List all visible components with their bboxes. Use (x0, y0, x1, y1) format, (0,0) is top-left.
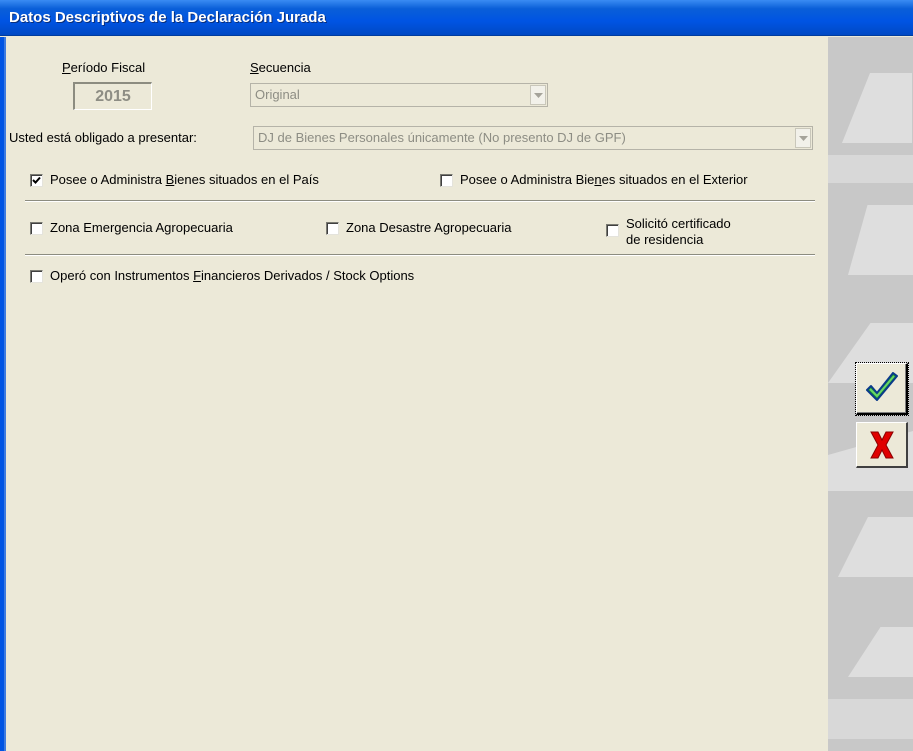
periodo-fiscal-label: Período Fiscal (62, 60, 146, 75)
cancel-button[interactable] (856, 422, 908, 468)
watermark-shape (838, 517, 913, 577)
watermark-shape (848, 627, 913, 677)
bienes-exterior-label: Posee o Administra Bienes situados en el… (460, 172, 748, 187)
secuencia-label: Secuencia (250, 60, 311, 75)
zona-emergencia-label: Zona Emergencia Agropecuaria (50, 220, 233, 235)
zona-emergencia-checkbox[interactable] (30, 222, 43, 235)
dialog-window: Datos Descriptivos de la Declaración Jur… (0, 0, 913, 751)
zona-emergencia-checkbox-row[interactable]: Zona Emergencia Agropecuaria (30, 220, 233, 236)
certificado-residencia-checkbox[interactable] (606, 224, 619, 237)
instrumentos-label: Operó con Instrumentos Financieros Deriv… (50, 268, 415, 283)
bienes-pais-checkbox-row[interactable]: Posee o Administra Bienes situados en el… (30, 172, 319, 188)
instrumentos-checkbox[interactable] (30, 270, 43, 283)
instrumentos-checkbox-row[interactable]: Operó con Instrumentos Financieros Deriv… (30, 268, 414, 284)
bienes-exterior-checkbox-row[interactable]: Posee o Administra Bienes situados en el… (440, 172, 748, 188)
title-bar[interactable]: Datos Descriptivos de la Declaración Jur… (0, 0, 913, 36)
separator (25, 200, 815, 202)
certificado-residencia-label: Solicitó certificado de residencia (626, 216, 731, 247)
zona-desastre-checkbox[interactable] (326, 222, 339, 235)
ok-button[interactable] (855, 362, 909, 416)
watermark-shape (828, 155, 913, 183)
bienes-pais-checkbox[interactable] (30, 174, 43, 187)
periodo-fiscal-field[interactable]: 2015 (73, 82, 152, 110)
x-icon (869, 431, 894, 458)
watermark-shape (828, 699, 913, 739)
zona-desastre-checkbox-row[interactable]: Zona Desastre Agropecuaria (326, 220, 511, 236)
bienes-exterior-checkbox[interactable] (440, 174, 453, 187)
watermark-shape (848, 205, 913, 275)
watermark-shape (842, 73, 912, 143)
window-title: Datos Descriptivos de la Declaración Jur… (9, 9, 326, 26)
zona-desastre-label: Zona Desastre Agropecuaria (346, 220, 512, 235)
obligado-select[interactable]: DJ de Bienes Personales únicamente (No p… (253, 126, 813, 150)
secuencia-select[interactable]: Original (250, 83, 548, 107)
bienes-pais-label: Posee o Administra Bienes situados en el… (50, 172, 319, 187)
window-border-inner (4, 37, 6, 751)
separator (25, 254, 815, 256)
checkmark-icon (865, 371, 898, 401)
obligado-label: Usted está obligado a presentar: (9, 130, 197, 145)
chevron-down-icon[interactable] (530, 85, 546, 105)
chevron-down-icon[interactable] (795, 128, 811, 148)
checkmark-icon (32, 176, 41, 184)
certificado-residencia-checkbox-row[interactable]: Solicitó certificado de residencia (606, 216, 731, 248)
